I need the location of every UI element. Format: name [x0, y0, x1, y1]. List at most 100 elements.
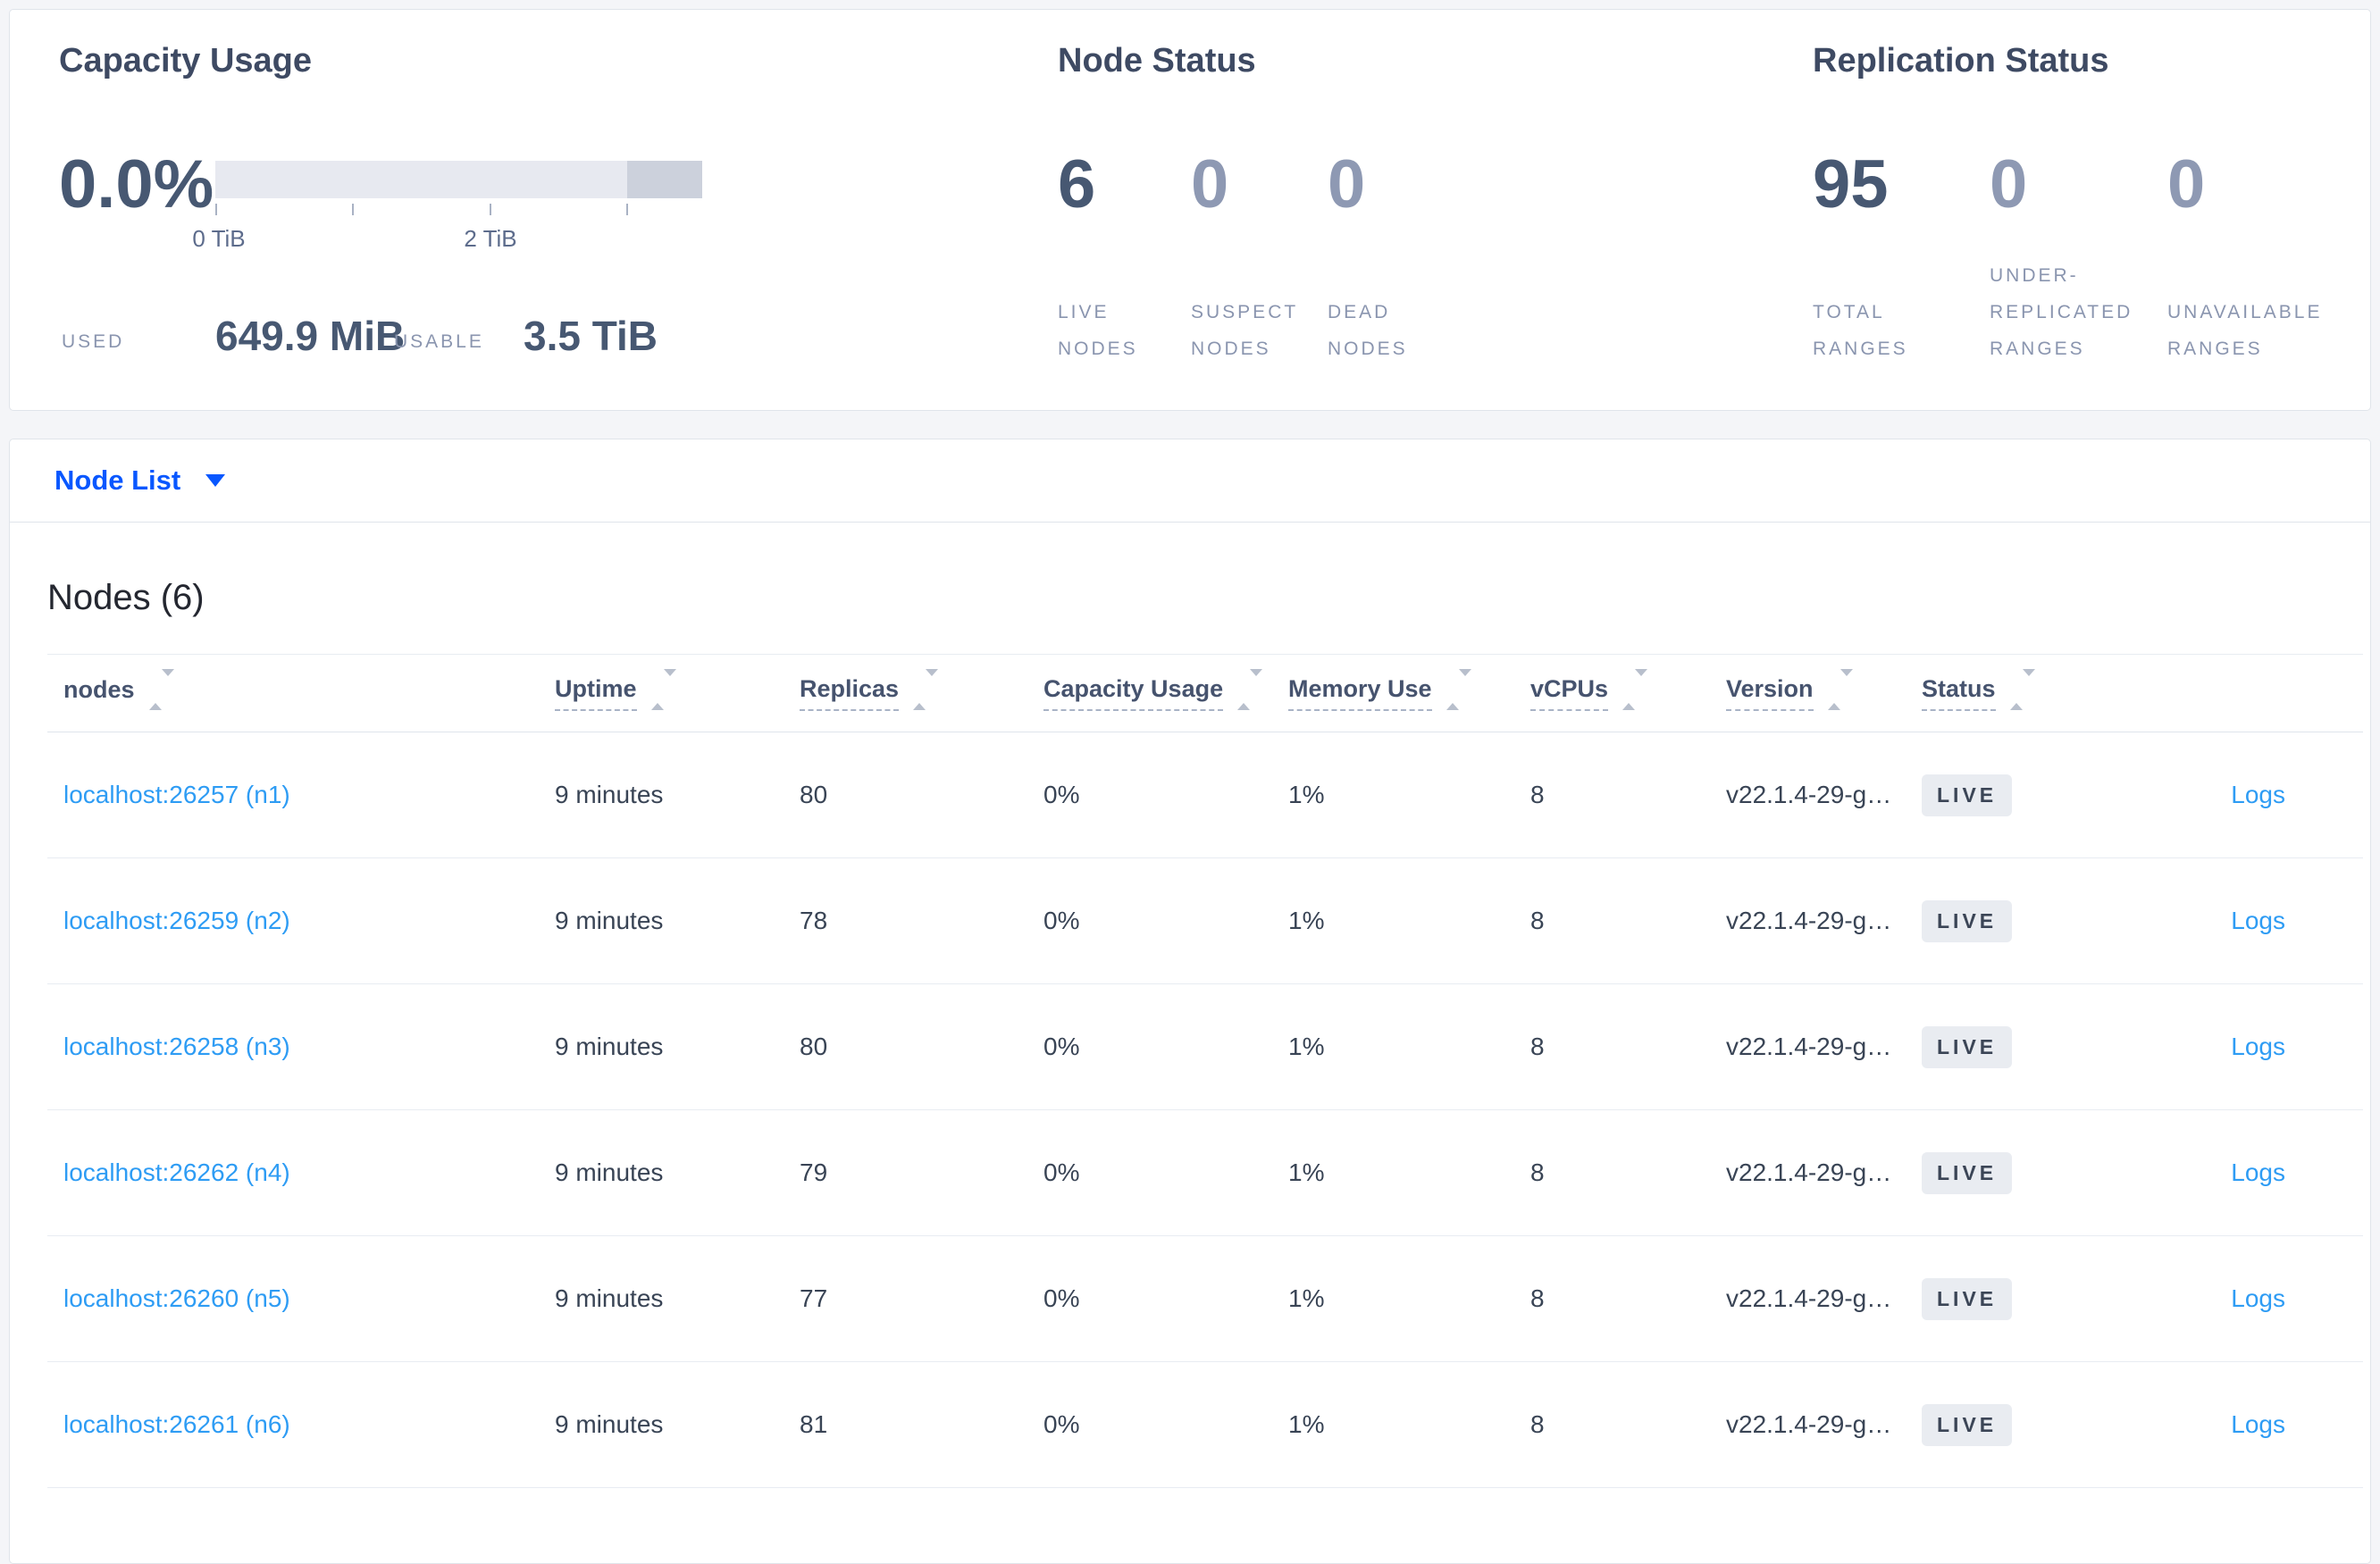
- replicas-cell: 79: [784, 1109, 1027, 1236]
- node-link[interactable]: localhost:26259 (n2): [63, 907, 290, 934]
- node-status-title: Node Status: [1058, 42, 1256, 79]
- nodes-table: nodes Uptime Replicas Capacity Usage Memory …: [47, 654, 2363, 1488]
- replicas-cell: 80: [784, 983, 1027, 1110]
- column-header-uptime[interactable]: Uptime: [539, 654, 784, 732]
- used-label: USED: [62, 331, 125, 352]
- node-cell: localhost:26262 (n4): [47, 1109, 539, 1236]
- status-cell: LIVE: [1906, 732, 2101, 858]
- capacity-usage-cell: 0%: [1027, 857, 1272, 984]
- capacity-usage-cell: 0%: [1027, 1109, 1272, 1236]
- replicas-cell: 77: [784, 1235, 1027, 1362]
- nodes-panel-title: Nodes (6): [47, 578, 205, 617]
- node-list-panel: Node List Nodes (6) nodes Uptime Replicas C…: [9, 439, 2371, 1564]
- sort-arrows-icon: [1237, 668, 1263, 710]
- sort-arrows-icon: [650, 668, 676, 710]
- sort-arrows-icon: [1622, 668, 1648, 710]
- status-cell: LIVE: [1906, 1235, 2101, 1362]
- logs-link[interactable]: Logs: [2231, 907, 2285, 934]
- total-ranges-label: TOTAL RANGES: [1813, 302, 1908, 359]
- column-header-logs: [2101, 654, 2363, 732]
- suspect-nodes-value: 0: [1191, 146, 1229, 222]
- chevron-down-icon: [205, 474, 226, 487]
- column-header-replicas[interactable]: Replicas: [784, 654, 1027, 732]
- node-status-values: 6 0 0: [1058, 151, 1365, 219]
- replicas-cell: 81: [784, 1361, 1027, 1488]
- replication-status-values: 95 0 0: [1813, 151, 2205, 219]
- sort-arrows-icon: [1446, 668, 1471, 710]
- node-cell: localhost:26260 (n5): [47, 1235, 539, 1362]
- logs-cell: Logs: [2101, 983, 2363, 1110]
- node-link[interactable]: localhost:26257 (n1): [63, 781, 290, 808]
- nodes-table-section: Nodes (6) nodes Uptime Replicas Capacity Us…: [10, 578, 2370, 1488]
- dead-nodes-label: DEAD NODES: [1328, 302, 1408, 359]
- table-row: localhost:26262 (n4) 9 minutes 79 0% 1% …: [47, 1109, 2363, 1236]
- replicas-cell: 78: [784, 857, 1027, 984]
- node-cell: localhost:26259 (n2): [47, 857, 539, 984]
- uptime-cell: 9 minutes: [539, 857, 784, 984]
- logs-cell: Logs: [2101, 1235, 2363, 1362]
- capacity-usage-bar: [215, 161, 702, 198]
- node-cell: localhost:26261 (n6): [47, 1361, 539, 1488]
- column-header-memory[interactable]: Memory Use: [1272, 654, 1514, 732]
- capacity-usage-section: Capacity Usage 0.0% 0 TiB 2 TiB USED 649…: [59, 10, 1024, 410]
- axis-tick: [626, 204, 628, 215]
- column-header-vcpus[interactable]: vCPUs: [1514, 654, 1710, 732]
- column-header-node[interactable]: nodes: [47, 654, 539, 732]
- logs-link[interactable]: Logs: [2231, 1033, 2285, 1060]
- column-header-status[interactable]: Status: [1906, 654, 2101, 732]
- view-selector-dropdown[interactable]: Node List: [54, 464, 226, 497]
- table-header-row: nodes Uptime Replicas Capacity Usage Memory …: [47, 654, 2363, 732]
- status-cell: LIVE: [1906, 1109, 2101, 1236]
- axis-tick: [352, 204, 354, 215]
- node-link[interactable]: localhost:26261 (n6): [63, 1410, 290, 1438]
- sort-arrows-icon: [2009, 668, 2035, 710]
- under-replicated-ranges-label: UNDER-REPLICATED RANGES: [1990, 265, 2133, 359]
- table-row: localhost:26258 (n3) 9 minutes 80 0% 1% …: [47, 983, 2363, 1110]
- capacity-usage-cell: 0%: [1027, 732, 1272, 858]
- axis-tick: [490, 204, 491, 215]
- capacity-usage-cell: 0%: [1027, 1361, 1272, 1488]
- status-badge: LIVE: [1922, 899, 2013, 942]
- node-link[interactable]: localhost:26260 (n5): [63, 1284, 290, 1312]
- vcpus-cell: 8: [1514, 732, 1710, 858]
- logs-link[interactable]: Logs: [2231, 781, 2285, 808]
- uptime-cell: 9 minutes: [539, 1361, 784, 1488]
- live-nodes-label: LIVE NODES: [1058, 302, 1138, 359]
- replication-status-section: Replication Status 95 0 0 TOTAL RANGES U…: [1813, 10, 2380, 410]
- version-cell: v22.1.4-29-g…: [1710, 1361, 1906, 1488]
- unavailable-ranges-value: 0: [2167, 146, 2206, 222]
- memory-use-cell: 1%: [1272, 732, 1514, 858]
- logs-link[interactable]: Logs: [2231, 1284, 2285, 1312]
- usable-value: 3.5 TiB: [524, 313, 658, 359]
- version-cell: v22.1.4-29-g…: [1710, 857, 1906, 984]
- column-header-version[interactable]: Version: [1710, 654, 1906, 732]
- column-header-capacity[interactable]: Capacity Usage: [1027, 654, 1272, 732]
- status-cell: LIVE: [1906, 1361, 2101, 1488]
- db-console-overview: Capacity Usage 0.0% 0 TiB 2 TiB USED 649…: [0, 9, 2380, 1564]
- used-value: 649.9 MiB: [215, 313, 406, 359]
- status-badge: LIVE: [1922, 774, 2013, 816]
- nodes-table-body: localhost:26257 (n1) 9 minutes 80 0% 1% …: [47, 732, 2363, 1488]
- cluster-summary-panel: Capacity Usage 0.0% 0 TiB 2 TiB USED 649…: [9, 9, 2371, 411]
- logs-cell: Logs: [2101, 732, 2363, 858]
- logs-link[interactable]: Logs: [2231, 1410, 2285, 1438]
- status-badge: LIVE: [1922, 1277, 2013, 1320]
- uptime-cell: 9 minutes: [539, 732, 784, 858]
- view-selector-label: Node List: [54, 464, 181, 496]
- node-cell: localhost:26258 (n3): [47, 983, 539, 1110]
- node-status-section: Node Status 6 0 0 LIVE NODES SUSPECT NOD…: [1058, 10, 1737, 410]
- node-link[interactable]: localhost:26258 (n3): [63, 1033, 290, 1060]
- vcpus-cell: 8: [1514, 1235, 1710, 1362]
- status-badge: LIVE: [1922, 1151, 2013, 1194]
- uptime-cell: 9 minutes: [539, 983, 784, 1110]
- node-link[interactable]: localhost:26262 (n4): [63, 1158, 290, 1186]
- capacity-percent-value: 0.0%: [59, 146, 214, 222]
- axis-tick: [215, 204, 217, 215]
- logs-link[interactable]: Logs: [2231, 1158, 2285, 1186]
- vcpus-cell: 8: [1514, 1109, 1710, 1236]
- total-ranges-value: 95: [1813, 146, 1889, 222]
- version-cell: v22.1.4-29-g…: [1710, 1235, 1906, 1362]
- vcpus-cell: 8: [1514, 857, 1710, 984]
- version-cell: v22.1.4-29-g…: [1710, 1109, 1906, 1236]
- memory-use-cell: 1%: [1272, 1109, 1514, 1236]
